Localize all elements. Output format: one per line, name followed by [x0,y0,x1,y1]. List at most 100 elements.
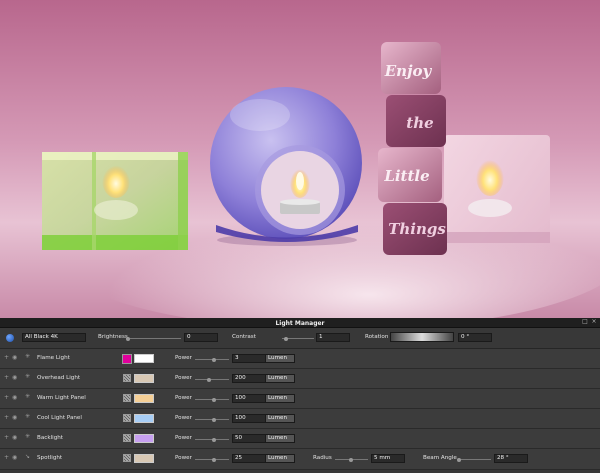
power-slider-handle[interactable] [207,377,211,382]
power-input[interactable]: 3 [232,354,266,363]
light-color-swatch[interactable] [134,394,154,403]
power-label: Power [175,455,192,461]
cube-word-4: Things [388,220,446,238]
contrast-input[interactable]: 1 [316,333,350,342]
close-icon[interactable]: × [591,319,597,325]
point-light-icon: ✳ [25,353,31,360]
light-row-overhead[interactable]: + ◉ ✳ Overhead Light Power 200 Lumen [0,369,600,389]
environment-row: All Black 4K Brightness 0 Contrast 1 Rot… [0,328,600,349]
power-unit-select[interactable]: Lumen [265,354,295,363]
visibility-eye-icon[interactable]: ◉ [12,354,17,361]
render-viewport: Enjoy the Little Things [0,0,600,318]
power-input[interactable]: 100 [232,414,266,423]
light-texture-icon[interactable] [123,434,131,442]
power-slider-handle[interactable] [212,437,216,442]
light-manager-panel: Light Manager □ × All Black 4K Brightnes… [0,318,600,473]
visibility-eye-icon[interactable]: ◉ [12,454,17,461]
power-label: Power [175,395,192,401]
cube-word-1: Enjoy [384,62,433,80]
point-light-icon: ✳ [25,433,31,440]
power-slider-handle[interactable] [212,457,216,462]
power-unit-select[interactable]: Lumen [265,374,295,383]
radius-slider-handle[interactable] [349,457,353,462]
power-slider-handle[interactable] [212,417,216,422]
light-name: Flame Light [37,355,70,361]
beam-angle-label: Beam Angle [423,455,457,461]
rotation-input[interactable]: 0 ° [458,333,492,342]
light-color-swatch[interactable] [134,434,154,443]
cube-word-3: Little [383,167,429,185]
radius-slider[interactable] [335,457,368,462]
power-input[interactable]: 100 [232,394,266,403]
light-manager-titlebar: Light Manager □ × [0,318,600,328]
beam-angle-slider-handle[interactable] [457,457,461,462]
radius-input[interactable]: 5 mm [371,454,405,463]
contrast-slider[interactable] [282,336,314,341]
visibility-eye-icon[interactable]: ◉ [12,414,17,421]
visibility-eye-icon[interactable]: ◉ [12,434,17,441]
power-unit-select[interactable]: Lumen [265,394,295,403]
power-unit-select[interactable]: Lumen [265,434,295,443]
point-light-icon: ✳ [25,373,31,380]
light-color-picker-icon[interactable] [122,354,132,364]
light-color-swatch[interactable] [134,454,154,463]
power-slider[interactable] [195,357,229,362]
power-unit-select[interactable]: Lumen [265,454,295,463]
cube-word-2: the [406,114,433,132]
light-name: Backlight [37,435,63,441]
environment-preset-field[interactable]: All Black 4K [22,333,86,342]
light-texture-icon[interactable] [123,394,131,402]
contrast-slider-handle[interactable] [284,336,288,341]
light-color-swatch[interactable] [134,414,154,423]
panel-title: Light Manager [275,319,325,327]
light-color-swatch[interactable] [134,354,154,363]
light-row-spotlight[interactable]: + ◉ ↘ Spotlight Power 25 Lumen Radius 5 … [0,449,600,470]
power-label: Power [175,435,192,441]
light-name: Warm Light Panel [37,395,86,401]
power-input[interactable]: 50 [232,434,266,443]
light-color-swatch[interactable] [134,374,154,383]
brightness-label: Brightness [98,334,128,340]
power-slider[interactable] [195,397,229,402]
add-light-icon[interactable]: + [4,434,9,441]
add-light-icon[interactable]: + [4,374,9,381]
add-light-icon[interactable]: + [4,454,9,461]
power-input[interactable]: 25 [232,454,266,463]
light-name: Cool Light Panel [37,415,82,421]
power-unit-select[interactable]: Lumen [265,414,295,423]
add-light-icon[interactable]: + [4,394,9,401]
power-slider[interactable] [195,437,229,442]
green-candle-holder [42,152,188,250]
light-name: Spotlight [37,455,63,461]
brightness-input[interactable]: 0 [184,333,218,342]
point-light-icon: ✳ [25,413,31,420]
beam-angle-slider[interactable] [457,457,491,462]
add-light-icon[interactable]: + [4,354,9,361]
power-slider[interactable] [195,377,229,382]
power-slider-handle[interactable] [212,357,216,362]
light-row-warm-panel[interactable]: + ◉ ✳ Warm Light Panel Power 100 Lumen [0,389,600,409]
environment-globe-icon[interactable] [6,334,14,342]
rotation-slider[interactable] [390,332,454,342]
light-texture-icon[interactable] [123,454,131,462]
brightness-slider[interactable] [126,336,181,341]
power-slider-handle[interactable] [212,397,216,402]
power-slider[interactable] [195,417,229,422]
restore-icon[interactable]: □ [582,319,588,325]
rotation-label: Rotation [365,334,389,340]
spotlight-icon: ↘ [25,453,31,460]
visibility-eye-icon[interactable]: ◉ [12,374,17,381]
power-slider[interactable] [195,457,229,462]
visibility-eye-icon[interactable]: ◉ [12,394,17,401]
light-row-flame[interactable]: + ◉ ✳ Flame Light Power 3 Lumen [0,349,600,369]
light-row-cool-panel[interactable]: + ◉ ✳ Cool Light Panel Power 100 Lumen [0,409,600,429]
beam-angle-input[interactable]: 28 ° [494,454,528,463]
add-light-icon[interactable]: + [4,414,9,421]
light-texture-icon[interactable] [123,374,131,382]
light-row-backlight[interactable]: + ◉ ✳ Backlight Power 50 Lumen [0,429,600,449]
light-texture-icon[interactable] [123,414,131,422]
brightness-slider-handle[interactable] [126,336,130,341]
power-label: Power [175,375,192,381]
power-input[interactable]: 200 [232,374,266,383]
light-name: Overhead Light [37,375,81,381]
